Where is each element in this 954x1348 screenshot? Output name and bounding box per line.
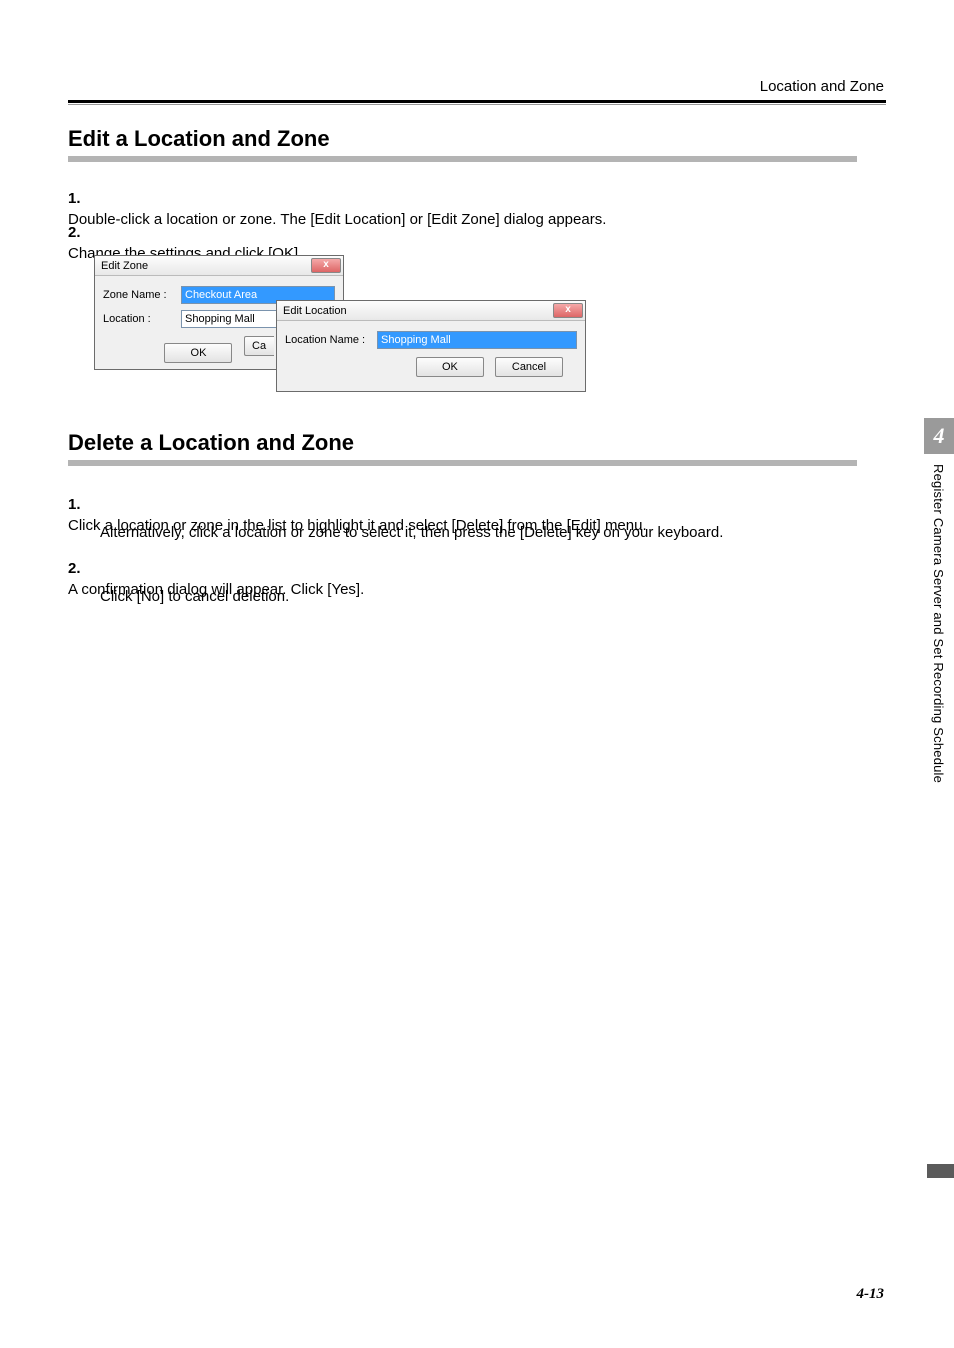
cancel-button[interactable]: Cancel <box>495 357 563 377</box>
delete-step-1-sub: Alternatively, click a location or zone … <box>100 524 857 541</box>
section-rule-edit <box>68 156 857 162</box>
header-rule-thin <box>68 104 886 105</box>
section-heading-delete: Delete a Location and Zone <box>68 430 354 456</box>
section-rule-delete <box>68 460 857 466</box>
list-number: 2. <box>68 222 96 243</box>
ok-button[interactable]: OK <box>164 343 232 363</box>
close-icon[interactable]: x <box>311 258 341 273</box>
dialog-title-text: Edit Zone <box>101 260 148 272</box>
chapter-number-badge: 4 <box>924 418 954 454</box>
location-select-value: Shopping Mall <box>185 313 255 325</box>
dialog-title-text: Edit Location <box>283 305 347 317</box>
list-number: 1. <box>68 494 96 515</box>
close-icon[interactable]: x <box>553 303 583 318</box>
location-name-label: Location Name : <box>285 334 377 346</box>
header-section-label: Location and Zone <box>760 78 884 95</box>
ok-button[interactable]: OK <box>416 357 484 377</box>
section-heading-edit: Edit a Location and Zone <box>68 126 330 152</box>
side-end-marker <box>927 1164 954 1178</box>
cancel-button-clipped[interactable]: Ca <box>244 336 274 356</box>
chapter-title-vertical: Register Camera Server and Set Recording… <box>931 464 946 783</box>
zone-name-label: Zone Name : <box>103 289 181 301</box>
header-rule-thick <box>68 100 886 103</box>
list-number: 1. <box>68 188 96 209</box>
chapter-side-tab: 4 Register Camera Server and Set Recordi… <box>924 418 954 783</box>
dialog-titlebar[interactable]: Edit Zone x <box>95 256 343 276</box>
location-label: Location : <box>103 313 181 325</box>
page-number: 4-13 <box>857 1286 885 1303</box>
list-number: 2. <box>68 558 96 579</box>
location-name-input[interactable]: Shopping Mall <box>377 331 577 349</box>
delete-step-2-sub: Click [No] to cancel deletion. <box>100 588 857 605</box>
edit-location-dialog: Edit Location x Location Name : Shopping… <box>276 300 586 392</box>
dialog-titlebar[interactable]: Edit Location x <box>277 301 585 321</box>
